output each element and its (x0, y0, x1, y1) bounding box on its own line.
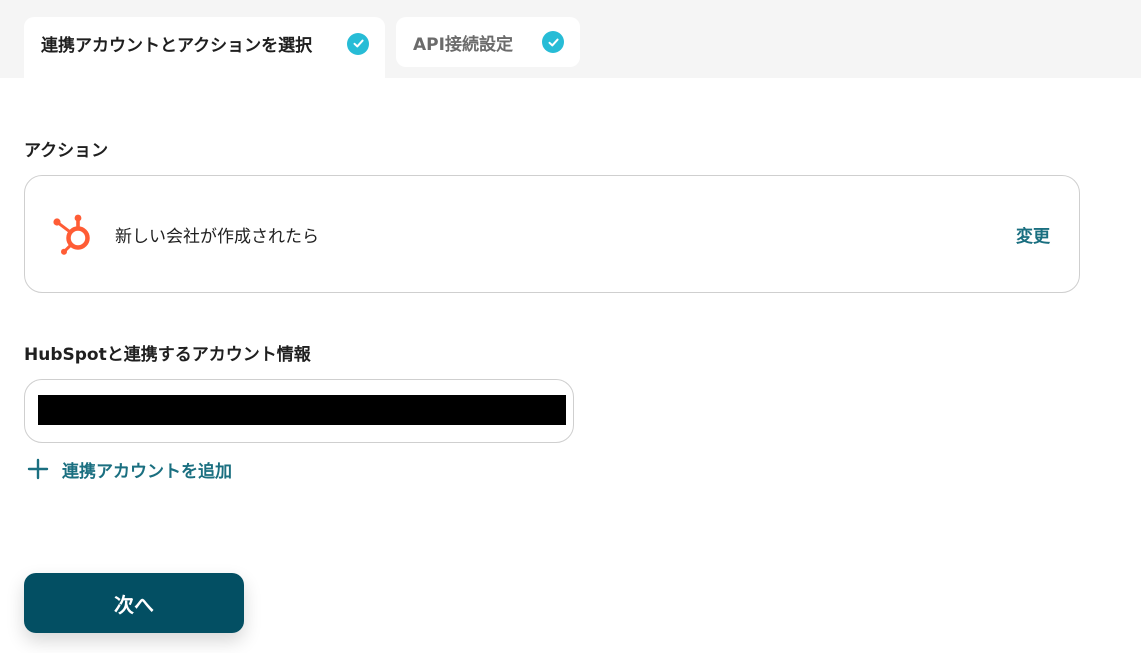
check-circle-icon (542, 31, 564, 53)
tab-label: 連携アカウントとアクションを選択 (41, 36, 313, 56)
change-action-link[interactable]: 変更 (1016, 222, 1050, 247)
account-heading: HubSpotと連携するアカウント情報 (24, 345, 311, 365)
add-account-link[interactable]: 連携アカウントを追加 (26, 456, 232, 482)
action-title: 新しい会社が作成されたら (115, 226, 319, 247)
next-button[interactable]: 次へ (24, 573, 244, 633)
redacted-account-value (38, 395, 566, 425)
plus-icon (27, 458, 49, 480)
account-select-field[interactable] (24, 379, 574, 443)
action-card: 新しい会社が作成されたら 変更 (24, 175, 1080, 293)
hubspot-icon (53, 214, 90, 255)
add-account-label: 連携アカウントを追加 (62, 461, 232, 482)
step-tab-bar: 連携アカウントとアクションを選択 API接続設定 (0, 0, 1141, 78)
action-heading: アクション (24, 141, 109, 161)
tab-account-action-select[interactable]: 連携アカウントとアクションを選択 (24, 17, 385, 78)
tab-label: API接続設定 (413, 34, 513, 55)
tab-api-connection-settings[interactable]: API接続設定 (396, 17, 580, 67)
check-circle-icon (347, 32, 369, 55)
